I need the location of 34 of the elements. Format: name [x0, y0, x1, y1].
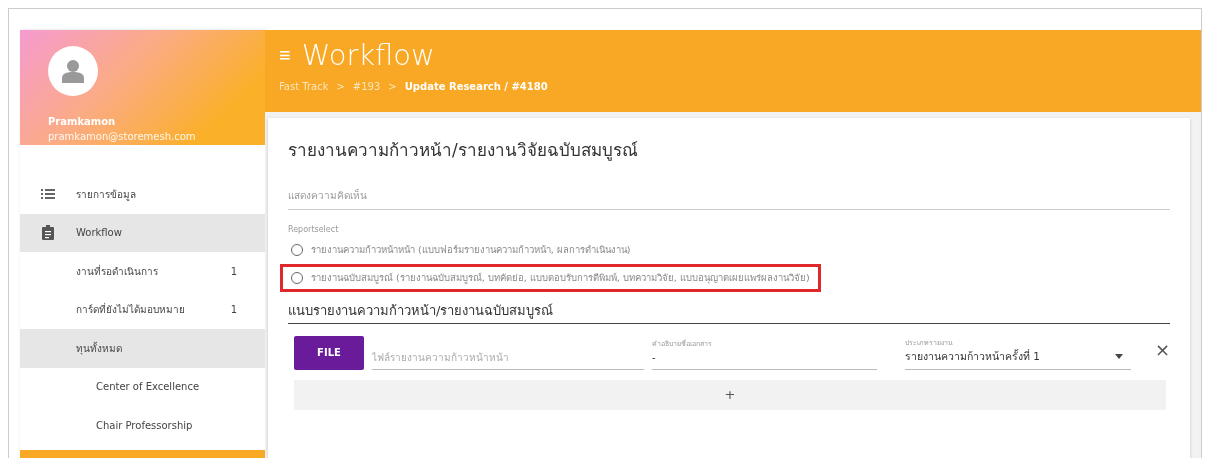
description-field[interactable]: -: [652, 349, 877, 365]
add-button[interactable]: +: [294, 379, 1166, 410]
item-label: Chair Professorship: [96, 418, 193, 433]
sidebar-item[interactable]: งานที่รอดำเนินการ 1: [20, 252, 265, 291]
item-count: 1: [230, 303, 237, 318]
user-email: pramkamon@storemesh.com: [48, 130, 197, 144]
item-label: การ์ดที่ยังไม่ได้มอบหมาย: [76, 302, 185, 318]
user-name: Pramkamon: [48, 115, 117, 129]
close-button[interactable]: ×: [1155, 335, 1171, 363]
breadcrumb-separator: >: [336, 79, 345, 94]
item-label: ทุนทั้งหมด: [76, 340, 122, 356]
page-title: Workflow: [301, 38, 435, 73]
section-title: แนบรายงานความก้าวหน้า/รายงานฉบับสมบูรณ์: [288, 295, 1171, 324]
form-title: รายงานความก้าวหน้า/รายงานวิจัยฉบับสมบูรณ์: [288, 139, 639, 163]
item-count: 1: [230, 264, 237, 279]
sidebar-item[interactable]: Workflow: [20, 213, 265, 252]
item-label: งานที่รอดำเนินการ: [76, 263, 158, 279]
field-label: Reportselect: [288, 223, 340, 236]
sidebar-item[interactable]: ทุนทั้งหมด: [20, 329, 265, 368]
radio-label: รายงานฉบับสมบูรณ์ (รายงานฉบับสมบูรณ์, บทคัดย่อ, แบบตอบรับการตีพิมพ์, บทความวิจัย, แบบอนุญาตเผยแพร่ผลงานวิจัย): [311, 270, 810, 285]
sidebar-item[interactable]: การ์ดที่ยังไม่ได้มอบหมาย 1: [20, 290, 265, 329]
breadcrumb-separator: >: [388, 79, 397, 94]
radio-option[interactable]: รายงานความก้าวหน้าหน้า (แบบฟอร์มรายงานความก้าวหน้า, ผลการดำเนินงาน): [280, 235, 642, 264]
item-label: รายการข้อมูล: [76, 187, 136, 202]
radio-label: รายงานความก้าวหน้าหน้า (แบบฟอร์มรายงานความก้าวหน้า, ผลการดำเนินงาน): [311, 242, 631, 257]
sidebar-item[interactable]: Center of Excellence: [20, 367, 265, 406]
type-dropdown[interactable]: รายงานความก้าวหน้าครั้งที่ 1: [905, 348, 1131, 365]
item-label: Center of Excellence: [96, 380, 200, 395]
highlight-box[interactable]: รายงานฉบับสมบูรณ์ (รายงานฉบับสมบูรณ์, บทคัดย่อ, แบบตอบรับการตีพิมพ์, บทความวิจัย, แบบอนุญาตเผยแพร่ผลงานวิจัย): [280, 263, 821, 292]
sidebar-item[interactable]: รายการข้อมูล: [20, 175, 265, 214]
sidebar-item[interactable]: Chair Professorship: [20, 406, 265, 445]
file-button[interactable]: FILE: [294, 335, 364, 370]
item-label: Workflow: [76, 226, 122, 241]
file-name-field[interactable]: ไฟล์รายงานความก้าวหน้าหน้า: [372, 349, 644, 365]
